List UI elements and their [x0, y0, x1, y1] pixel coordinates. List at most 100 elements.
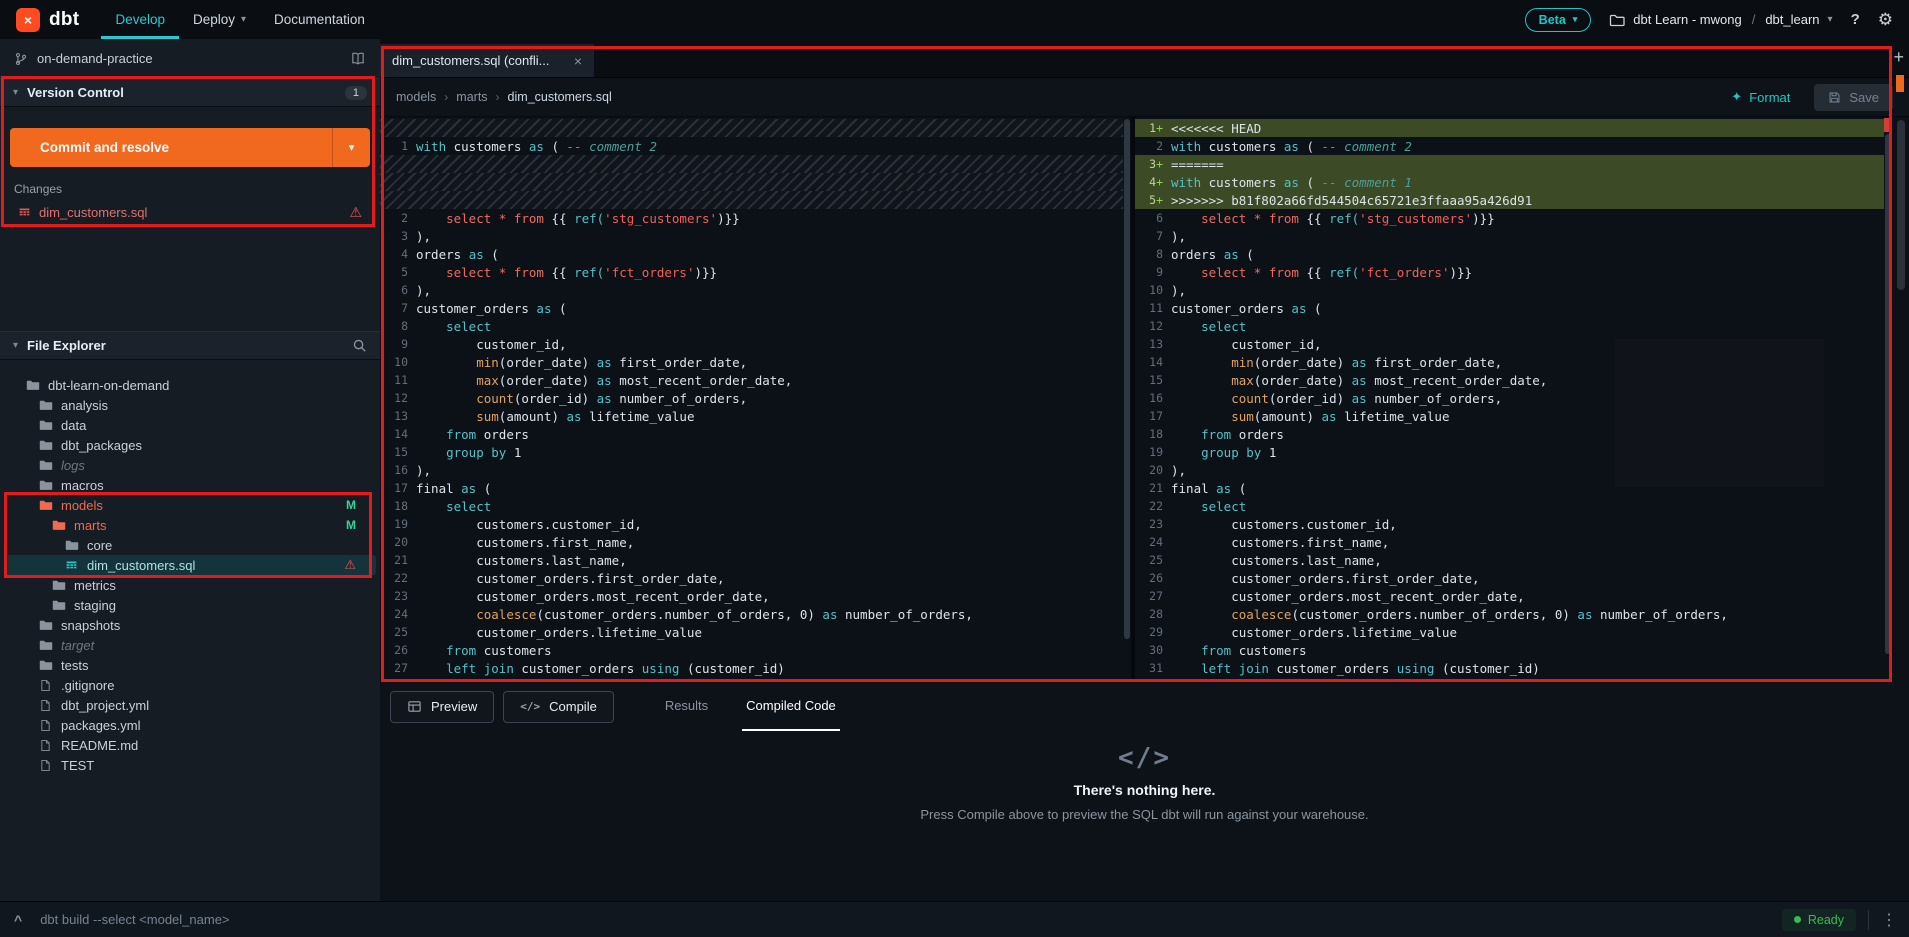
tab-compiled-code[interactable]: Compiled Code [742, 682, 840, 731]
code-line-left-24[interactable]: 24 coalesce(customer_orders.number_of_or… [380, 605, 1123, 623]
code-line-right-30[interactable]: 30 from customers [1135, 641, 1884, 659]
format-button[interactable]: ✦ Format [1731, 89, 1790, 105]
code-line-left-1[interactable]: 1 with customers as ( -- comment 2 [380, 137, 1123, 155]
git-branch-selector[interactable]: on-demand-practice [0, 39, 380, 78]
code-line-left-11[interactable]: 11 max(order_date) as most_recent_order_… [380, 371, 1123, 389]
tree-item-packages.yml[interactable]: packages.yml [4, 715, 376, 735]
close-icon[interactable]: × [574, 53, 582, 69]
code-line-right-25[interactable]: 25 customers.last_name, [1135, 551, 1884, 569]
breadcrumb-models[interactable]: models [396, 90, 436, 104]
code-line-left-23[interactable]: 23 customer_orders.most_recent_order_dat… [380, 587, 1123, 605]
scrollbar-thumb[interactable] [1124, 119, 1130, 639]
code-line-left-15[interactable]: 15 group by 1 [380, 443, 1123, 461]
tree-item-tests[interactable]: tests [4, 655, 376, 675]
editor-pane-current[interactable]: 1 with customers as ( -- comment 2 2 selec… [380, 117, 1123, 682]
code-line-left-4[interactable]: 4 orders as ( [380, 245, 1123, 263]
tree-item-dim_customers.sql[interactable]: dim_customers.sql ⚠ [4, 555, 376, 575]
code-line-left-7[interactable]: 7 customer_orders as ( [380, 299, 1123, 317]
tree-item-dbt_project.yml[interactable]: dbt_project.yml [4, 695, 376, 715]
tree-item-target[interactable]: target [4, 635, 376, 655]
code-line-right-11[interactable]: 11 customer_orders as ( [1135, 299, 1884, 317]
code-hatch-row[interactable] [380, 191, 1123, 209]
command-input[interactable] [40, 912, 1782, 927]
commit-options-dropdown[interactable]: ▾ [332, 128, 370, 167]
editor-pane-incoming[interactable]: 1+ <<<<<<< HEAD 2 with customers as ( -- co… [1135, 117, 1884, 682]
compile-button[interactable]: </> Compile [503, 690, 614, 723]
code-line-right-7[interactable]: 7), [1135, 227, 1884, 245]
code-line-right-29[interactable]: 29 customer_orders.lifetime_value [1135, 623, 1884, 641]
code-line-left-26[interactable]: 26 from customers [380, 641, 1123, 659]
right-pane-scrollbar[interactable] [1884, 117, 1892, 682]
code-line-left-2[interactable]: 2 select * from {{ ref('stg_customers')}… [380, 209, 1123, 227]
code-line-right-27[interactable]: 27 customer_orders.most_recent_order_dat… [1135, 587, 1884, 605]
code-hatch-row[interactable] [380, 173, 1123, 191]
code-line-right-2[interactable]: 2 with customers as ( -- comment 2 [1135, 137, 1884, 155]
tree-item-marts[interactable]: marts M [4, 515, 376, 535]
save-button[interactable]: Save [1814, 83, 1893, 111]
code-line-right-26[interactable]: 26 customer_orders.first_order_date, [1135, 569, 1884, 587]
gear-icon[interactable]: ⚙ [1878, 10, 1893, 30]
tree-item-data[interactable]: data [4, 415, 376, 435]
breadcrumb-marts[interactable]: marts [456, 90, 487, 104]
nav-item-develop[interactable]: Develop [101, 0, 179, 39]
code-line-left-13[interactable]: 13 sum(amount) as lifetime_value [380, 407, 1123, 425]
tree-item-snapshots[interactable]: snapshots [4, 615, 376, 635]
code-line-right-4[interactable]: 4+ with customers as ( -- comment 1 [1135, 173, 1884, 191]
file-explorer-header[interactable]: ▾ File Explorer [0, 331, 380, 360]
code-line-right-9[interactable]: 9 select * from {{ ref('fct_orders')}} [1135, 263, 1884, 281]
code-line-left-9[interactable]: 9 customer_id, [380, 335, 1123, 353]
code-line-right-28[interactable]: 28 coalesce(customer_orders.number_of_or… [1135, 605, 1884, 623]
code-line-left-20[interactable]: 20 customers.first_name, [380, 533, 1123, 551]
tree-item-.gitignore[interactable]: .gitignore [4, 675, 376, 695]
code-line-left-18[interactable]: 18 select [380, 497, 1123, 515]
help-icon[interactable]: ? [1851, 11, 1860, 28]
changed-file-row[interactable]: dim_customers.sql ⚠ [0, 199, 380, 225]
code-line-left-19[interactable]: 19 customers.customer_id, [380, 515, 1123, 533]
code-line-right-24[interactable]: 24 customers.first_name, [1135, 533, 1884, 551]
code-line-left-17[interactable]: 17 final as ( [380, 479, 1123, 497]
code-line-left-6[interactable]: 6), [380, 281, 1123, 299]
tree-item-macros[interactable]: macros [4, 475, 376, 495]
tree-item-README.md[interactable]: README.md [4, 735, 376, 755]
code-hatch-row[interactable] [380, 119, 1123, 137]
tree-item-metrics[interactable]: metrics [4, 575, 376, 595]
tree-item-analysis[interactable]: analysis [4, 395, 376, 415]
docs-book-icon[interactable] [350, 51, 366, 66]
kebab-menu-icon[interactable]: ⋮ [1881, 910, 1897, 930]
code-line-left-5[interactable]: 5 select * from {{ ref('fct_orders')}} [380, 263, 1123, 281]
account-switcher[interactable]: dbt Learn - mwong / dbt_learn ▾ [1609, 12, 1833, 28]
code-line-left-3[interactable]: 3), [380, 227, 1123, 245]
code-line-left-14[interactable]: 14 from orders [380, 425, 1123, 443]
new-tab-button[interactable]: + [1893, 48, 1904, 66]
code-line-left-22[interactable]: 22 customer_orders.first_order_date, [380, 569, 1123, 587]
code-line-right-10[interactable]: 10), [1135, 281, 1884, 299]
beta-toggle[interactable]: Beta ▾ [1524, 7, 1592, 32]
code-line-right-6[interactable]: 6 select * from {{ ref('stg_customers')}… [1135, 209, 1884, 227]
code-line-right-22[interactable]: 22 select [1135, 497, 1884, 515]
code-line-right-3[interactable]: 3+ ======= [1135, 155, 1884, 173]
version-control-header[interactable]: ▾ Version Control 1 [0, 78, 380, 107]
code-line-right-12[interactable]: 12 select [1135, 317, 1884, 335]
code-line-right-8[interactable]: 8 orders as ( [1135, 245, 1884, 263]
tree-item-models[interactable]: models M [4, 495, 376, 515]
search-icon[interactable] [352, 338, 367, 353]
tree-item-dbt_packages[interactable]: dbt_packages [4, 435, 376, 455]
left-pane-scrollbar[interactable] [1123, 117, 1131, 682]
code-line-right-31[interactable]: 31 left join customer_orders using (cust… [1135, 659, 1884, 677]
nav-item-documentation[interactable]: Documentation [260, 0, 379, 39]
code-line-right-5[interactable]: 5+ >>>>>>> b81f802a66fd544504c65721e3ffaa… [1135, 191, 1884, 209]
code-line-left-10[interactable]: 10 min(order_date) as first_order_date, [380, 353, 1123, 371]
code-line-left-8[interactable]: 8 select [380, 317, 1123, 335]
preview-button[interactable]: Preview [390, 690, 495, 723]
commit-and-resolve-button[interactable]: Commit and resolve [10, 128, 332, 167]
scrollbar-thumb[interactable] [1897, 120, 1905, 290]
code-line-right-1[interactable]: 1+ <<<<<<< HEAD [1135, 119, 1884, 137]
tree-item-logs[interactable]: logs [4, 455, 376, 475]
code-line-right-23[interactable]: 23 customers.customer_id, [1135, 515, 1884, 533]
code-line-left-21[interactable]: 21 customers.last_name, [380, 551, 1123, 569]
editor-tab-dim-customers[interactable]: dim_customers.sql (confli... × [380, 44, 594, 77]
tab-results[interactable]: Results [661, 682, 712, 731]
scrollbar-thumb[interactable] [1885, 134, 1891, 654]
code-line-left-16[interactable]: 16), [380, 461, 1123, 479]
code-line-left-25[interactable]: 25 customer_orders.lifetime_value [380, 623, 1123, 641]
